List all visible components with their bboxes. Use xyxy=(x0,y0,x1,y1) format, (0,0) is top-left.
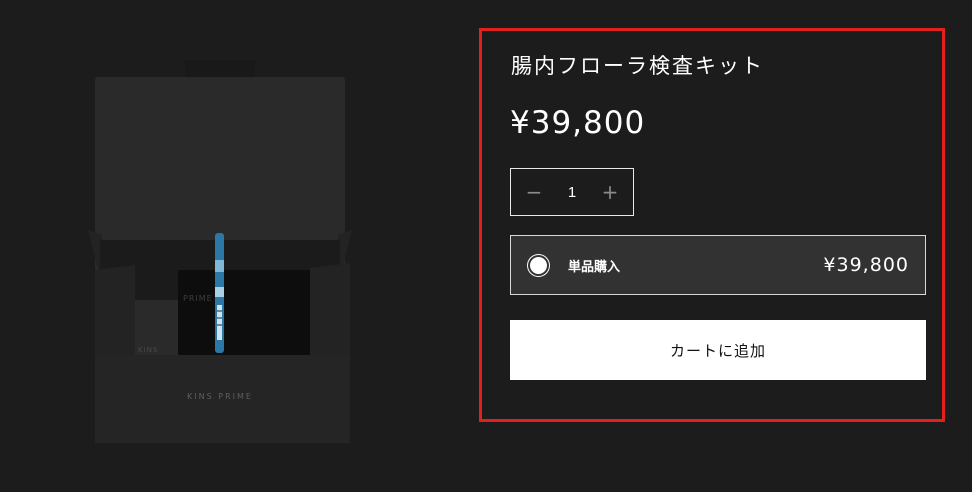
product-image: PRIME KINS KINS PRIME xyxy=(80,55,370,455)
quantity-value[interactable]: 1 xyxy=(568,184,576,201)
product-box-illustration: PRIME KINS KINS PRIME xyxy=(88,60,352,443)
product-details-panel: 腸内フローラ検査キット ¥39,800 − 1 + 単品購入 ¥39,800 カ… xyxy=(479,28,945,422)
product-title: 腸内フローラ検査キット xyxy=(511,54,764,78)
quantity-increase-button[interactable]: + xyxy=(601,182,619,202)
radio-dot xyxy=(530,256,547,274)
product-price: ¥39,800 xyxy=(510,105,646,141)
product-page: PRIME KINS KINS PRIME 腸内フローラ検査キット ¥39,80… xyxy=(0,0,972,492)
add-to-cart-button[interactable]: カートに追加 xyxy=(510,320,926,380)
quantity-decrease-button[interactable]: − xyxy=(525,182,543,202)
quantity-stepper: − 1 + xyxy=(510,168,634,216)
purchase-option-label: 単品購入 xyxy=(568,259,621,275)
radio-selected-icon[interactable] xyxy=(527,253,550,277)
image-brand-text: KINS PRIME xyxy=(187,392,253,401)
purchase-option-price: ¥39,800 xyxy=(823,254,909,276)
image-small-text: KINS xyxy=(138,346,158,354)
image-card-text: PRIME xyxy=(183,294,213,303)
purchase-option-single[interactable]: 単品購入 ¥39,800 xyxy=(510,235,926,295)
